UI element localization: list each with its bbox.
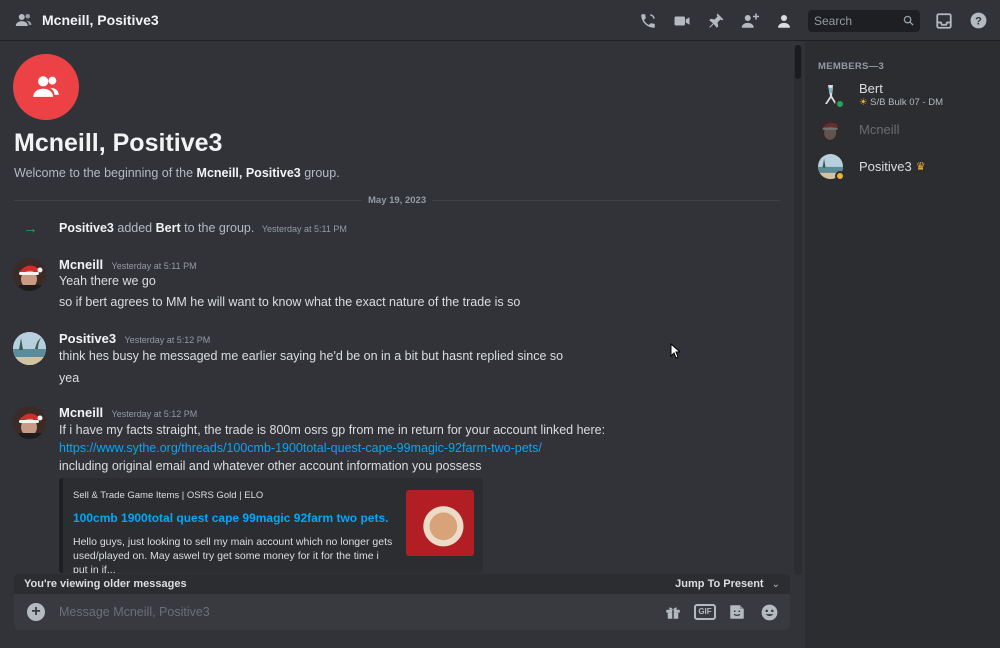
members-header: MEMBERS—3 [818, 61, 885, 72]
avatar [818, 153, 845, 181]
message-text: If i have my facts straight, the trade i… [59, 423, 606, 437]
search-bar[interactable]: Search [808, 9, 920, 32]
system-timestamp: Yesterday at 5:11 PM [261, 224, 347, 234]
message-header: Mcneill Yesterday at 5:11 PM [59, 256, 197, 274]
member-item-mcneill[interactable]: Mcneill [813, 112, 993, 146]
inbox-icon[interactable] [934, 11, 954, 31]
svg-text:?: ? [975, 15, 982, 27]
date-divider-label: May 19, 2023 [362, 195, 433, 206]
gif-button[interactable]: GIF [694, 601, 716, 623]
avatar[interactable] [13, 258, 46, 291]
welcome-subtitle: Welcome to the beginning of the Mcneill,… [14, 166, 340, 180]
add-attachment-icon[interactable]: + [27, 603, 45, 621]
message-author[interactable]: Positive3 [59, 331, 116, 346]
online-status-icon [835, 98, 845, 109]
add-friends-to-dm-icon[interactable] [740, 11, 760, 31]
group-avatar-icon [33, 76, 59, 97]
group-avatar [13, 54, 79, 120]
member-name-row: Positive3 ♛ [859, 158, 926, 174]
welcome-title: Mcneill, Positive3 [14, 129, 223, 157]
embed-provider[interactable]: Sell & Trade Game Items | OSRS Gold | EL… [73, 490, 263, 501]
avatar[interactable] [13, 332, 46, 365]
video-call-icon[interactable] [672, 11, 692, 31]
message-composer: + GIF [14, 594, 790, 630]
older-messages-label: You're viewing older messages [24, 578, 187, 590]
mouse-cursor-icon [670, 343, 680, 359]
idle-status-icon [835, 170, 845, 181]
voice-call-icon[interactable] [638, 11, 658, 31]
member-name: Bert [859, 80, 883, 96]
chevron-down-icon[interactable]: ⌄ [772, 579, 780, 590]
message-text: think hes busy he messaged me earlier sa… [59, 349, 564, 363]
avatar [818, 81, 845, 109]
older-messages-bar: You're viewing older messages Jump To Pr… [14, 574, 790, 594]
emoji-icon[interactable] [758, 601, 780, 623]
gif-icon: GIF [694, 604, 716, 620]
message-timestamp: Yesterday at 5:12 PM [124, 335, 211, 345]
channel-title: Mcneill, Positive3 [42, 12, 159, 28]
search-placeholder: Search [814, 13, 853, 28]
member-name: Mcneill [859, 121, 900, 137]
member-activity: ☀ S/B Bulk 07 - DM [859, 96, 944, 108]
chat-area[interactable]: Mcneill, Positive3 Welcome to the beginn… [0, 41, 805, 648]
scrollbar-track[interactable] [794, 45, 802, 575]
help-icon[interactable]: ? [968, 11, 988, 31]
message-timestamp: Yesterday at 5:11 PM [111, 261, 197, 271]
message-link[interactable]: https://www.sythe.org/threads/100cmb-190… [59, 441, 542, 455]
scrollbar-thumb[interactable] [795, 45, 801, 79]
message-header: Mcneill Yesterday at 5:12 PM [59, 404, 197, 422]
system-message: → Positive3 added Bert to the group. Yes… [0, 219, 790, 239]
message-text: yea [59, 371, 80, 385]
channel-header: Mcneill, Positive3 Search ? [0, 0, 1000, 41]
discord-window: Mcneill, Positive3 Search ? Mcneill, Pos… [0, 0, 1000, 648]
custom-status-emoji-icon: ☀ [859, 96, 868, 108]
sticker-icon[interactable] [726, 601, 748, 623]
embed-thumbnail[interactable] [406, 490, 474, 556]
embed-title[interactable]: 100cmb 1900total quest cape 99magic 92fa… [73, 511, 388, 525]
header-toolbar: Search ? [638, 0, 1000, 41]
message-author[interactable]: Mcneill [59, 257, 103, 272]
message-header: Positive3 Yesterday at 5:12 PM [59, 330, 210, 348]
message-timestamp: Yesterday at 5:12 PM [111, 409, 198, 419]
jump-to-present-button[interactable]: Jump To Present [675, 578, 763, 590]
owner-crown-icon: ♛ [915, 160, 926, 173]
member-list-icon[interactable] [774, 11, 794, 31]
join-arrow-icon: → [23, 220, 38, 237]
avatar [818, 116, 843, 142]
message-author[interactable]: Mcneill [59, 405, 103, 420]
member-item-positive3[interactable]: Positive3 ♛ [813, 149, 993, 183]
group-dm-icon [15, 11, 33, 29]
pin-icon[interactable] [706, 11, 726, 31]
embed-description: Hello guys, just looking to sell my main… [73, 536, 393, 573]
link-embed: Sell & Trade Game Items | OSRS Gold | EL… [59, 478, 483, 573]
avatar[interactable] [13, 406, 46, 439]
member-list: MEMBERS—3 Bert ☀ S/B Bulk 07 - DM Mcneil… [805, 41, 1000, 648]
gift-icon[interactable] [662, 601, 684, 623]
message-input[interactable] [59, 602, 662, 622]
message-text: Yeah there we go [59, 274, 156, 288]
search-icon [903, 15, 914, 26]
member-item-bert[interactable]: Bert ☀ S/B Bulk 07 - DM [813, 77, 993, 111]
message-text: including original email and whatever ot… [59, 459, 482, 473]
message-text: so if bert agrees to MM he will want to … [59, 295, 521, 309]
system-message-text: Positive3 added Bert to the group. Yeste… [59, 221, 347, 235]
